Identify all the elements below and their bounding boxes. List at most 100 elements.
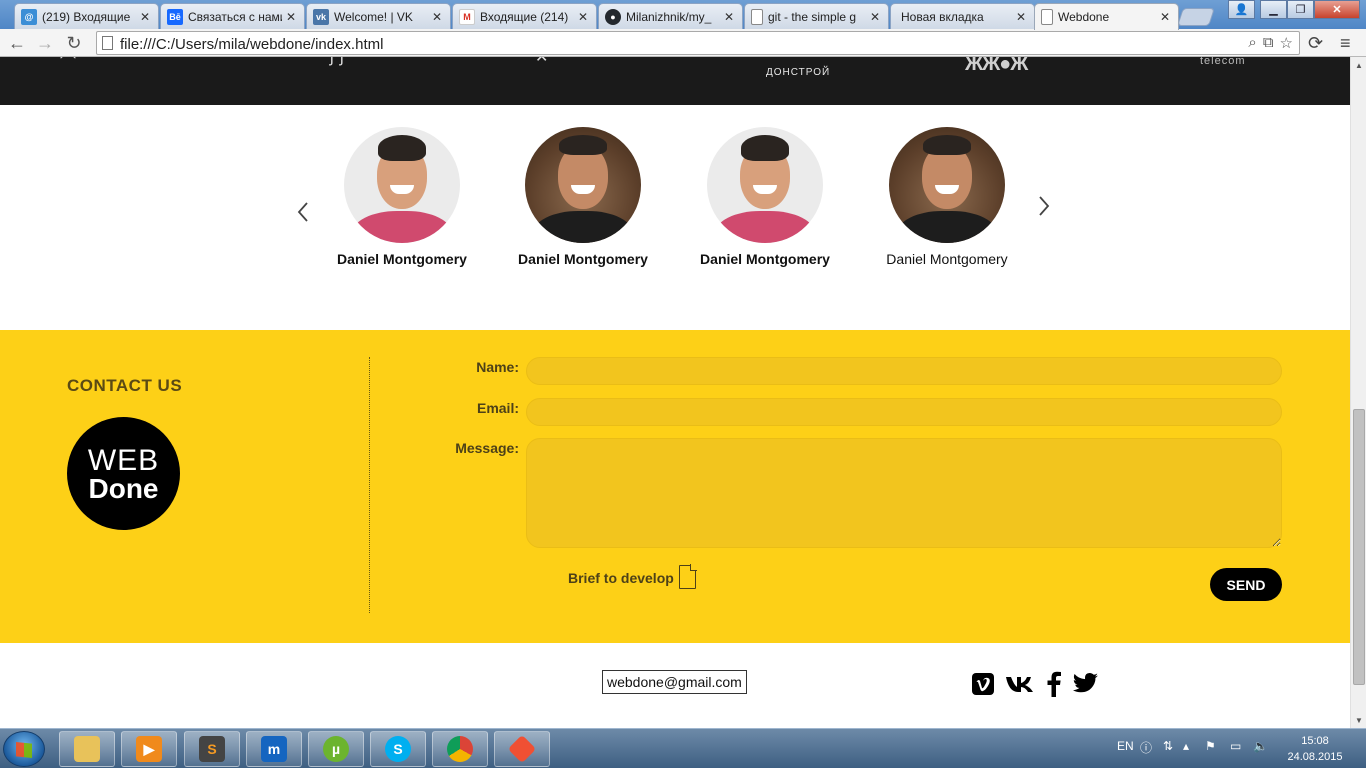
avatar bbox=[525, 127, 641, 243]
tab-label: git - the simple g bbox=[768, 9, 857, 24]
taskbar-sublime[interactable]: S bbox=[184, 731, 240, 767]
extension-icon[interactable]: ⟳ bbox=[1308, 33, 1323, 54]
close-icon[interactable]: ✕ bbox=[578, 10, 588, 24]
system-clock[interactable]: 15:08 24.08.2015 bbox=[1284, 733, 1346, 765]
network-icon[interactable]: ⇅ bbox=[1163, 739, 1173, 753]
page-scrollbar[interactable]: ▲ ▼ bbox=[1350, 57, 1366, 728]
team-member-name: Daniel Montgomery bbox=[700, 251, 830, 267]
chevron-right-icon[interactable] bbox=[1037, 195, 1057, 225]
vimeo-icon[interactable] bbox=[971, 671, 995, 697]
team-member-name: Daniel Montgomery bbox=[518, 251, 648, 267]
twitter-icon[interactable] bbox=[1073, 671, 1099, 697]
close-icon[interactable]: ✕ bbox=[1160, 10, 1170, 24]
document-icon[interactable] bbox=[679, 564, 697, 589]
close-icon[interactable]: ✕ bbox=[140, 10, 150, 24]
forward-icon[interactable]: → bbox=[34, 32, 56, 54]
email-icon: @ bbox=[21, 8, 37, 25]
team-member-card[interactable]: Daniel Montgomery bbox=[508, 127, 658, 267]
close-icon[interactable]: ✕ bbox=[724, 10, 734, 24]
name-label: Name: bbox=[476, 359, 519, 375]
webdone-logo: WEB Done bbox=[67, 417, 180, 530]
tab-label: Webdone bbox=[1058, 10, 1110, 24]
footer-email[interactable]: webdone@gmail.com bbox=[602, 670, 747, 694]
minimize-icon[interactable]: ▁ bbox=[1260, 0, 1287, 19]
team-member-card[interactable]: Daniel Montgomery bbox=[327, 127, 477, 267]
gmail-icon: M bbox=[459, 8, 475, 25]
address-url[interactable]: file:///C:/Users/mila/webdone/index.html bbox=[120, 36, 383, 53]
tab-inbox-mail[interactable]: @ (219) Входящие ✕ bbox=[14, 3, 159, 29]
taskbar-skype[interactable]: S bbox=[370, 731, 426, 767]
windows-logo-icon bbox=[16, 742, 32, 758]
page-viewport: ⌒ ʃ ʃ ✕ ДОНСТРОЙ ЖЖ●Ж telecom Daniel Mon… bbox=[0, 57, 1350, 728]
language-indicator[interactable]: EN bbox=[1117, 739, 1134, 753]
team-carousel: Daniel Montgomery Daniel Montgomery Dani… bbox=[0, 105, 1350, 330]
bookmark-star-icon[interactable]: ☆ bbox=[1280, 34, 1293, 52]
footer: webdone@gmail.com bbox=[0, 643, 1350, 728]
send-button[interactable]: SEND bbox=[1210, 568, 1282, 601]
close-icon[interactable]: ✕ bbox=[1016, 10, 1026, 24]
sublime-text-icon: S bbox=[199, 736, 225, 762]
partners-strip: ⌒ ʃ ʃ ✕ ДОНСТРОЙ ЖЖ●Ж telecom bbox=[0, 57, 1350, 105]
user-icon[interactable]: 👤 bbox=[1228, 0, 1255, 19]
message-field[interactable] bbox=[526, 438, 1282, 548]
new-tab-button[interactable] bbox=[1177, 8, 1215, 26]
scroll-up-icon[interactable]: ▲ bbox=[1351, 57, 1366, 73]
utorrent-icon: µ bbox=[323, 736, 349, 762]
tab-label: Milanizhnik/my_ bbox=[626, 9, 712, 24]
browser-toolbar: ← → ↻ file:///C:/Users/mila/webdone/inde… bbox=[0, 29, 1366, 57]
tab-gmail[interactable]: M Входящие (214) ✕ bbox=[452, 3, 597, 29]
page-icon bbox=[1041, 9, 1053, 25]
display-icon[interactable]: ▭ bbox=[1230, 739, 1241, 753]
close-icon[interactable]: ✕ bbox=[432, 10, 442, 24]
taskbar-media-player[interactable]: ▶ bbox=[121, 731, 177, 767]
team-member-card[interactable]: Daniel Montgomery bbox=[690, 127, 840, 267]
partner-logo-donstroy: ДОНСТРОЙ bbox=[766, 67, 831, 78]
name-field[interactable] bbox=[526, 357, 1282, 385]
vk-icon[interactable] bbox=[1005, 671, 1037, 697]
brief-link[interactable]: Brief to develop bbox=[568, 570, 674, 586]
email-field[interactable] bbox=[526, 398, 1282, 426]
team-member-card[interactable]: Daniel Montgomery bbox=[872, 127, 1022, 267]
page-icon bbox=[102, 36, 113, 50]
menu-icon[interactable]: ≡ bbox=[1340, 33, 1351, 54]
address-bar[interactable]: file:///C:/Users/mila/webdone/index.html… bbox=[96, 31, 1300, 55]
logo-text-done: Done bbox=[88, 473, 159, 504]
tab-new-tab[interactable]: Новая вкладка ✕ bbox=[890, 3, 1035, 29]
taskbar-git[interactable] bbox=[494, 731, 550, 767]
facebook-icon[interactable] bbox=[1046, 671, 1062, 697]
action-center-icon[interactable]: ⚑ bbox=[1205, 739, 1216, 753]
tab-label: Входящие (214) bbox=[480, 9, 569, 24]
partner-logo: ✕ bbox=[535, 57, 550, 66]
tab-webdone[interactable]: Webdone ✕ bbox=[1034, 3, 1179, 30]
partner-logo: ⌒ bbox=[60, 57, 78, 72]
taskbar-chrome[interactable] bbox=[432, 731, 488, 767]
behance-icon: Bē bbox=[167, 8, 183, 25]
explorer-icon bbox=[74, 736, 100, 762]
reload-icon[interactable]: ↻ bbox=[63, 32, 85, 54]
contact-section: CONTACT US WEB Done Name: Email: Message… bbox=[0, 330, 1350, 643]
taskbar-maxthon[interactable]: m bbox=[246, 731, 302, 767]
tab-vk[interactable]: vk Welcome! | VK ✕ bbox=[306, 3, 451, 29]
close-icon[interactable]: ✕ bbox=[286, 10, 296, 24]
zoom-icon[interactable]: ⌕ bbox=[1248, 34, 1256, 52]
tab-contact-behance[interactable]: Bē Связаться с нами ✕ bbox=[160, 3, 305, 29]
help-icon[interactable]: ⓘ bbox=[1140, 739, 1152, 756]
tab-label: (219) Входящие bbox=[42, 9, 131, 24]
start-button[interactable] bbox=[3, 731, 45, 767]
back-icon[interactable]: ← bbox=[6, 32, 28, 54]
translate-icon[interactable]: ⧉ bbox=[1263, 34, 1274, 52]
volume-icon[interactable]: 🔈 bbox=[1253, 739, 1268, 753]
chevron-left-icon[interactable] bbox=[296, 201, 316, 231]
show-hidden-icons-icon[interactable]: ▴ bbox=[1183, 739, 1189, 753]
avatar bbox=[889, 127, 1005, 243]
maximize-icon[interactable]: ❐ bbox=[1287, 0, 1314, 19]
window-close-icon[interactable]: ✕ bbox=[1314, 0, 1360, 19]
tab-git-guide[interactable]: git - the simple g ✕ bbox=[744, 3, 889, 29]
taskbar-explorer[interactable] bbox=[59, 731, 115, 767]
scroll-thumb[interactable] bbox=[1353, 409, 1365, 685]
tab-github[interactable]: ● Milanizhnik/my_ ✕ bbox=[598, 3, 743, 29]
scroll-down-icon[interactable]: ▼ bbox=[1351, 712, 1366, 728]
close-icon[interactable]: ✕ bbox=[870, 10, 880, 24]
chrome-icon bbox=[447, 736, 473, 762]
taskbar-utorrent[interactable]: µ bbox=[308, 731, 364, 767]
